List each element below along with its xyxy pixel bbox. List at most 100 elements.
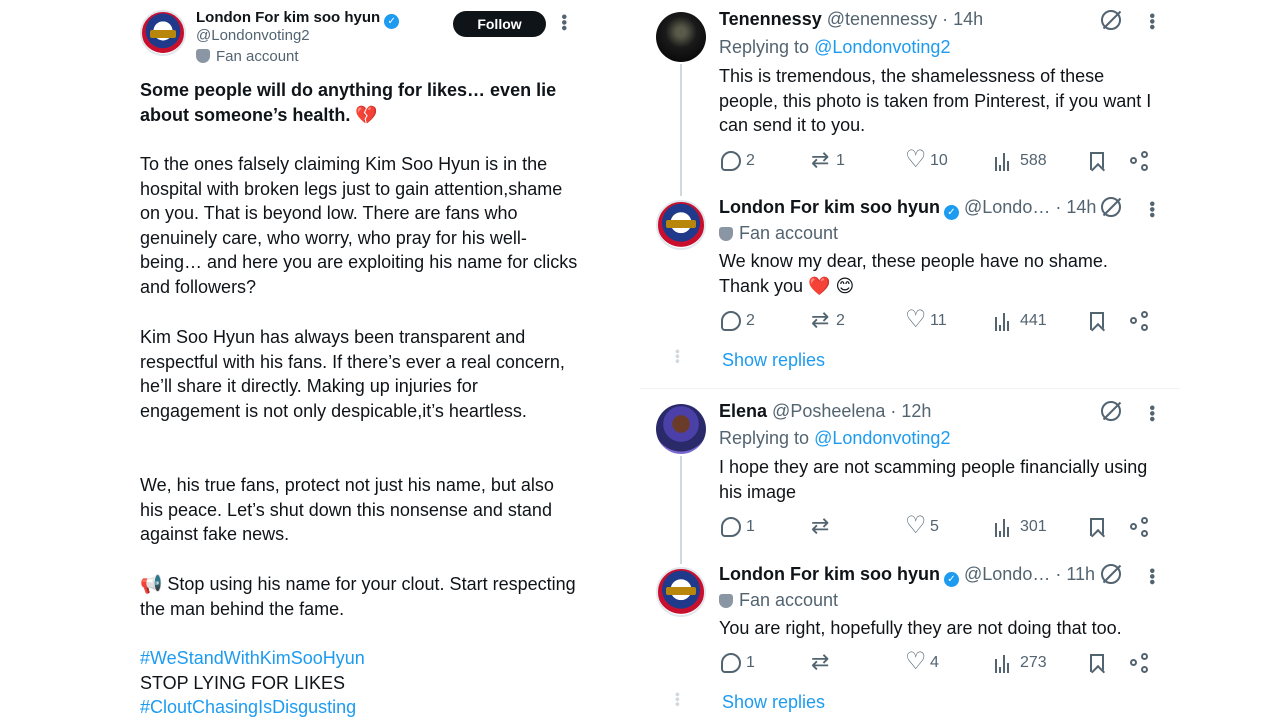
grok-icon[interactable] (1101, 197, 1121, 217)
reply-button[interactable]: 1 (721, 515, 755, 539)
reply-actions: 2 1 10 588 (721, 145, 1161, 174)
bookmark-icon (1090, 312, 1104, 330)
more-options-icon[interactable]: ••• (1143, 201, 1160, 218)
reply-author[interactable]: London For kim soo hyun ✓ @Londo… · 11h (719, 564, 1095, 587)
more-options-icon[interactable]: ••• (1143, 568, 1160, 585)
comment-icon (721, 151, 741, 171)
tweet-paragraph-1: Some people will do anything for likes… … (140, 80, 557, 125)
fan-account-label: Fan account (719, 223, 838, 244)
comment-icon (721, 653, 741, 673)
share-button[interactable] (1130, 515, 1150, 539)
like-button[interactable]: 10 (905, 145, 948, 174)
views-button[interactable]: 273 (995, 651, 1047, 675)
reply-text: You are right, hopefully they are not do… (719, 618, 1122, 638)
show-replies-link[interactable]: Show replies (722, 692, 825, 713)
more-options-icon[interactable]: ••• (1143, 13, 1160, 30)
thread-line (680, 64, 682, 196)
tweet-paragraph-5: 📢 Stop using his name for your clout. St… (140, 574, 576, 619)
hashtag-link-1[interactable]: #WeStandWithKimSooHyun (140, 646, 580, 671)
reply-author[interactable]: London For kim soo hyun ✓ @Londo… · 14h (719, 197, 1096, 220)
share-button[interactable] (1130, 651, 1150, 675)
grok-icon[interactable] (1101, 401, 1121, 421)
bookmark-button[interactable] (1090, 515, 1104, 539)
mask-icon (719, 227, 733, 241)
tweet-paragraph-4: We, his true fans, protect not just his … (140, 475, 554, 545)
reply-author[interactable]: Elena @Posheelena · 12h (719, 401, 931, 422)
replying-to-label: Replying to @Londonvoting2 (719, 37, 951, 57)
reply-avatar[interactable] (656, 404, 706, 454)
more-options-icon[interactable]: ••• (555, 14, 572, 31)
fan-account-label: Fan account (719, 590, 838, 611)
like-button[interactable]: 5 (905, 511, 939, 540)
show-replies-link[interactable]: Show replies (722, 350, 825, 371)
replying-to-label: Replying to @Londonvoting2 (719, 428, 951, 448)
mask-icon (719, 594, 733, 608)
tweet-paragraph-2: To the ones falsely claiming Kim Soo Hyu… (140, 154, 578, 297)
views-button[interactable]: 441 (995, 309, 1047, 333)
bookmark-icon (1090, 518, 1104, 536)
verified-badge-icon: ✓ (384, 14, 400, 29)
views-icon (995, 151, 1015, 171)
thread-line (680, 456, 682, 564)
retweet-icon (811, 307, 831, 333)
share-icon (1130, 311, 1150, 331)
fan-account-label: Fan account (196, 48, 299, 65)
reply-avatar[interactable] (656, 567, 706, 617)
like-button[interactable]: 4 (905, 647, 939, 676)
retweet-icon (811, 513, 831, 539)
retweet-button[interactable] (811, 649, 836, 675)
more-options-icon[interactable]: ••• (1143, 405, 1160, 422)
retweet-button[interactable]: 1 (811, 147, 845, 173)
reply-button[interactable]: 1 (721, 651, 755, 675)
views-icon (995, 517, 1015, 537)
share-icon (1130, 517, 1150, 537)
reply-button[interactable]: 2 (721, 149, 755, 173)
follow-button[interactable]: Follow (453, 11, 546, 37)
heart-icon (905, 647, 927, 676)
heart-icon (905, 511, 927, 540)
views-button[interactable]: 588 (995, 149, 1047, 173)
grok-icon[interactable] (1101, 10, 1121, 30)
views-button[interactable]: 301 (995, 515, 1047, 539)
shout-line: STOP LYING FOR LIKES (140, 673, 346, 693)
thread-dots: ••• (670, 349, 686, 364)
retweet-button[interactable]: 2 (811, 307, 845, 333)
verified-badge-icon: ✓ (943, 205, 959, 220)
reply-avatar[interactable] (656, 200, 706, 250)
retweet-icon (811, 649, 831, 675)
author-name[interactable]: London For kim soo hyun ✓ (196, 9, 400, 29)
retweet-icon (811, 147, 831, 173)
share-icon (1130, 151, 1150, 171)
comment-icon (721, 517, 741, 537)
like-button[interactable]: 11 (905, 305, 947, 334)
bookmark-button[interactable] (1090, 309, 1104, 333)
tweet-paragraph-3: Kim Soo Hyun has always been transparent… (140, 327, 565, 421)
views-icon (995, 311, 1015, 331)
share-button[interactable] (1130, 309, 1150, 333)
bookmark-icon (1090, 152, 1104, 170)
verified-badge-icon: ✓ (943, 572, 959, 587)
reply-author[interactable]: Tenennessy @tenennessy · 14h (719, 9, 983, 30)
bookmark-button[interactable] (1090, 149, 1104, 173)
reply-actions: 1 4 273 (721, 647, 1161, 676)
reply-text: We know my dear, these people have no sh… (719, 251, 1108, 296)
retweet-button[interactable] (811, 513, 836, 539)
reply-actions: 2 2 11 441 (721, 305, 1161, 334)
heart-icon (905, 145, 927, 174)
reply-button[interactable]: 2 (721, 309, 755, 333)
author-avatar[interactable] (140, 10, 186, 56)
comment-icon (721, 311, 741, 331)
author-handle[interactable]: @Londonvoting2 (196, 27, 310, 44)
reply-avatar[interactable] (656, 12, 706, 62)
hashtag-link-2[interactable]: #CloutChasingIsDisgusting (140, 695, 580, 720)
heart-icon (905, 305, 927, 334)
share-button[interactable] (1130, 149, 1150, 173)
reply-text: This is tremendous, the shamelessness of… (719, 66, 1152, 136)
bookmark-icon (1090, 654, 1104, 672)
bookmark-button[interactable] (1090, 651, 1104, 675)
divider (640, 388, 1180, 389)
thread-dots: ••• (670, 692, 686, 707)
mask-icon (196, 49, 210, 63)
reply-actions: 1 5 301 (721, 511, 1161, 540)
grok-icon[interactable] (1101, 564, 1121, 584)
